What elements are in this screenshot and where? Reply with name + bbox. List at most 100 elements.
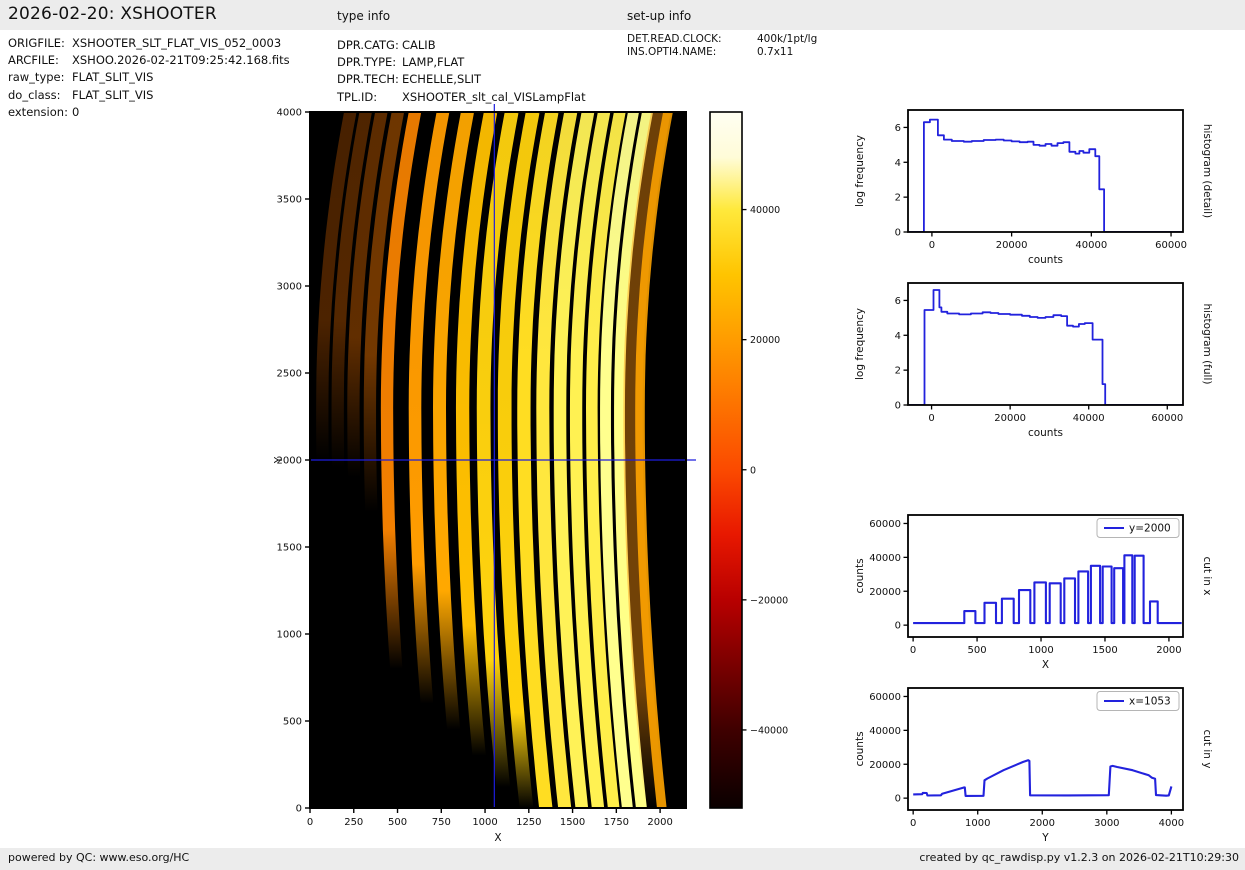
meta-value: XSHOOTER_SLT_FLAT_VIS_052_0003: [72, 36, 282, 50]
svg-text:1000: 1000: [277, 630, 302, 641]
svg-text:60000: 60000: [869, 519, 901, 530]
panel-side-label: cut in x: [1201, 556, 1213, 595]
data-series-line: [908, 118, 1183, 232]
setup-info-block: DET.READ.CLOCK: 400k/1pt/lg INS.OPTI4.NAME…: [627, 33, 817, 59]
svg-text:0: 0: [307, 817, 313, 828]
y-axis-label: log frequency: [854, 308, 866, 380]
type-info-label: DPR.TECH:: [337, 72, 399, 87]
svg-text:1000: 1000: [1028, 645, 1053, 656]
y-axis-label: counts: [854, 731, 866, 766]
svg-text:40000: 40000: [750, 205, 780, 216]
x-axis-label: X: [1042, 659, 1049, 671]
svg-text:500: 500: [283, 717, 302, 728]
svg-text:x=1053: x=1053: [1129, 696, 1171, 708]
svg-text:20000: 20000: [869, 760, 901, 771]
kv-row: DPR.TECH: ECHELLE,SLIT: [337, 71, 586, 88]
svg-text:3000: 3000: [277, 282, 302, 293]
svg-text:20000: 20000: [750, 335, 780, 346]
y-axis-label: log frequency: [854, 135, 866, 207]
kv-row: DPR.CATG: CALIB: [337, 37, 586, 54]
svg-text:0: 0: [895, 228, 901, 239]
histogram-detail-plot: 0 20000 40000 60000 0 2 4 6 counts log frequency h…: [854, 109, 1213, 266]
kv-row: DET.READ.CLOCK: 400k/1pt/lg: [627, 33, 817, 46]
svg-text:2000: 2000: [1156, 645, 1181, 656]
svg-text:40000: 40000: [1075, 240, 1107, 251]
svg-text:2000: 2000: [647, 817, 672, 828]
x-axis-label: Y: [1041, 832, 1049, 844]
svg-text:4000: 4000: [277, 108, 302, 119]
panel-side-label: histogram (full): [1201, 304, 1213, 385]
meta-label: extension:: [8, 104, 68, 119]
qc-rawdisp-report: { "page": { "title": "2026-02-20: XSHOOT…: [0, 0, 1245, 870]
colorbar: 40000 20000 0 −20000 −40000: [709, 111, 788, 809]
meta-label: raw_type:: [8, 70, 65, 85]
type-info-value: ECHELLE,SLIT: [402, 72, 482, 87]
setup-info-value: 400k/1pt/lg: [757, 33, 818, 45]
svg-text:1750: 1750: [604, 817, 629, 828]
svg-text:500: 500: [388, 817, 407, 828]
legend: x=1053: [1096, 691, 1180, 711]
svg-text:0: 0: [296, 804, 302, 815]
type-info-block: DPR.CATG: CALIB DPR.TYPE: LAMP,FLAT DPR.TECH…: [337, 37, 586, 106]
svg-text:2500: 2500: [277, 369, 302, 380]
svg-text:60000: 60000: [1151, 413, 1183, 424]
panel-side-label: cut in y: [1201, 729, 1213, 768]
meta-label: ORIGFILE:: [8, 36, 65, 50]
y-axis-label: Y: [273, 456, 285, 464]
x-axis-label: counts: [1028, 427, 1063, 439]
type-info-value: CALIB: [402, 38, 436, 52]
svg-text:500: 500: [968, 645, 987, 656]
svg-text:4000: 4000: [1159, 818, 1184, 829]
data-series-line: [908, 289, 1183, 405]
meta-value: 0: [72, 104, 80, 119]
svg-text:0: 0: [910, 645, 916, 656]
svg-text:0: 0: [910, 818, 916, 829]
svg-text:4: 4: [895, 158, 901, 169]
svg-text:0: 0: [895, 794, 901, 805]
meta-value: XSHOO.2026-02-21T09:25:42.168.fits: [72, 53, 290, 68]
kv-row: ORIGFILE: XSHOOTER_SLT_FLAT_VIS_052_0003: [8, 35, 290, 52]
page-title: 2026-02-20: XSHOOTER: [8, 4, 217, 24]
svg-text:40000: 40000: [1073, 413, 1105, 424]
svg-text:1250: 1250: [516, 817, 541, 828]
type-info-heading: type info: [337, 9, 391, 23]
raw-image-plot: 0 250 500 750 1000 1250 1500 1750 2000 0 500 1000 15…: [273, 104, 696, 844]
x-axis-label: X: [494, 832, 501, 844]
svg-text:1000: 1000: [472, 817, 497, 828]
setup-info-label: INS.OPTI4.NAME:: [627, 45, 717, 58]
type-info-value: LAMP,FLAT: [402, 55, 465, 70]
setup-info-label: DET.READ.CLOCK:: [627, 33, 722, 45]
svg-text:y=2000: y=2000: [1129, 523, 1171, 535]
svg-text:250: 250: [344, 817, 363, 828]
kv-row: raw_type: FLAT_SLIT_VIS: [8, 69, 290, 86]
x-axis-label: counts: [1028, 254, 1063, 266]
type-info-label: DPR.TYPE:: [337, 55, 397, 70]
kv-row: ARCFILE: XSHOO.2026-02-21T09:25:42.168.fi…: [8, 52, 290, 69]
svg-text:0: 0: [928, 413, 934, 424]
svg-text:0: 0: [929, 240, 935, 251]
footer-powered-by: powered by QC: www.eso.org/HC: [8, 851, 190, 864]
colorbar-gradient: [710, 112, 742, 808]
svg-text:750: 750: [432, 817, 451, 828]
panel-side-label: histogram (detail): [1201, 124, 1213, 218]
meta-label: ARCFILE:: [8, 53, 59, 68]
svg-text:40000: 40000: [869, 726, 901, 737]
y-axis-label: counts: [854, 558, 866, 593]
svg-text:20000: 20000: [994, 413, 1026, 424]
svg-text:1000: 1000: [965, 818, 990, 829]
svg-text:−40000: −40000: [750, 725, 788, 736]
svg-text:1500: 1500: [1092, 645, 1117, 656]
kv-row: INS.OPTI4.NAME: 0.7x11: [627, 46, 817, 59]
type-info-label: DPR.CATG:: [337, 38, 399, 52]
cut-in-x-plot: 0 500 1000 1500 20000200004000060000Xcounts c…: [854, 514, 1213, 671]
kv-row: DPR.TYPE: LAMP,FLAT: [337, 54, 586, 71]
setup-info-value: 0.7x11: [757, 45, 794, 58]
svg-text:1500: 1500: [277, 543, 302, 554]
svg-text:40000: 40000: [869, 553, 901, 564]
svg-text:0: 0: [750, 465, 756, 476]
svg-text:3500: 3500: [277, 195, 302, 206]
meta-value: FLAT_SLIT_VIS: [72, 87, 154, 102]
svg-text:6: 6: [895, 123, 901, 134]
data-series-line: [913, 759, 1173, 797]
setup-info-heading: set-up info: [627, 9, 692, 23]
